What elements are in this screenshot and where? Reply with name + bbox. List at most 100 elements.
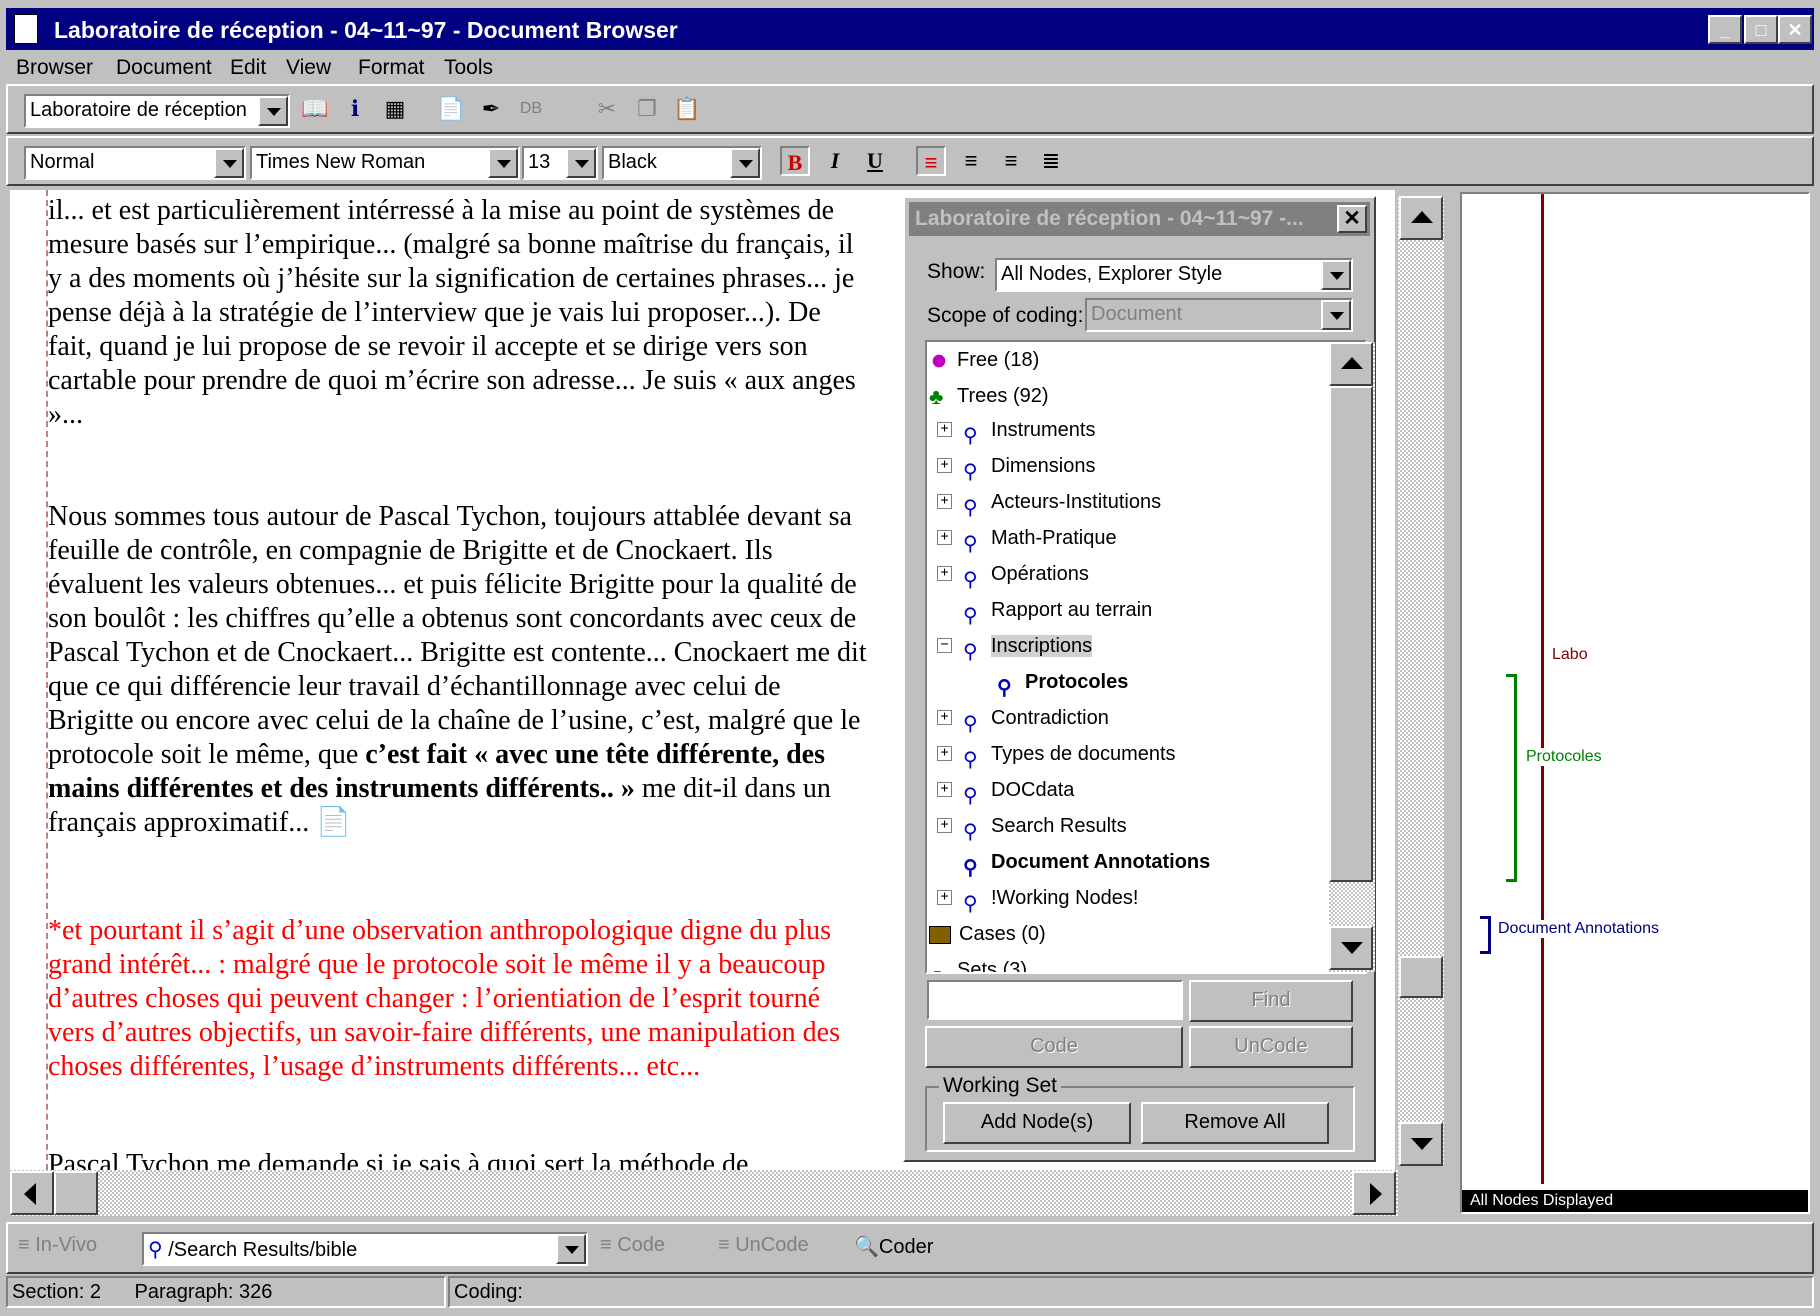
menu-format[interactable]: Format xyxy=(358,56,425,80)
tree-scroll-thumb[interactable] xyxy=(1329,386,1373,882)
remove-all-button[interactable]: Remove All xyxy=(1141,1102,1329,1144)
tree-item-dimensions[interactable]: ⚲ Dimensions xyxy=(963,450,1095,483)
find-input[interactable] xyxy=(927,980,1183,1020)
tree-vscrollbar[interactable] xyxy=(1329,342,1375,972)
node-path-select[interactable]: ⚲ /Search Results/bible xyxy=(142,1232,588,1266)
tree-item-operations[interactable]: ⚲ Opérations xyxy=(963,558,1089,591)
show-select[interactable]: All Nodes, Explorer Style xyxy=(995,258,1353,292)
close-button[interactable]: ✕ xyxy=(1778,15,1812,44)
paste-icon[interactable]: 📋 xyxy=(672,94,702,124)
scroll-down-button[interactable] xyxy=(1399,1122,1443,1166)
chevron-down-icon[interactable] xyxy=(730,148,760,178)
node-icon: ⚲ xyxy=(963,532,978,555)
tree-item-working-nodes[interactable]: ⚲ !Working Nodes! xyxy=(963,882,1138,915)
chevron-down-icon[interactable] xyxy=(258,96,288,126)
tree-item-free[interactable]: Free (18) xyxy=(929,344,1039,376)
align-center-icon[interactable]: ≡ xyxy=(956,146,986,176)
chevron-down-icon[interactable] xyxy=(488,148,518,178)
annotation-marker-icon[interactable]: 📄 xyxy=(316,807,351,838)
expand-icon[interactable]: + xyxy=(937,710,952,725)
align-left-icon[interactable]: ≡ xyxy=(916,146,946,176)
toolbar-format: Normal Times New Roman 13 Black B I U ≡ … xyxy=(6,136,1814,186)
coder-icon: 🔍 xyxy=(854,1236,879,1258)
databite-icon[interactable]: DB xyxy=(516,94,546,124)
briefcase-icon xyxy=(929,925,951,944)
document-select[interactable]: Laboratoire de réception xyxy=(24,94,290,128)
maximize-button[interactable]: □ xyxy=(1744,15,1778,44)
document-vscrollbar[interactable] xyxy=(1398,196,1444,1166)
tree-item-search-results[interactable]: ⚲ Search Results xyxy=(963,810,1127,843)
expand-icon[interactable]: + xyxy=(937,890,952,905)
coder-button[interactable]: 🔍Coder xyxy=(854,1234,933,1259)
menu-tools[interactable]: Tools xyxy=(444,56,493,80)
code-button[interactable]: Code xyxy=(925,1026,1183,1068)
node-icon: ⚲ xyxy=(963,748,978,771)
panel-close-button[interactable]: ✕ xyxy=(1337,205,1367,233)
align-justify-icon[interactable]: ≣ xyxy=(1036,146,1066,176)
expand-icon[interactable]: + xyxy=(937,782,952,797)
grid-icon[interactable]: ▦ xyxy=(380,94,410,124)
tree-item-trees[interactable]: ♣ Trees (92) xyxy=(929,380,1049,412)
copy-icon[interactable]: ❐ xyxy=(632,94,662,124)
font-size-select[interactable]: 13 xyxy=(522,146,598,180)
tree-item-types-de-documents[interactable]: ⚲ Types de documents xyxy=(963,738,1176,771)
menu-edit[interactable]: Edit xyxy=(230,56,266,80)
tree-item-protocoles[interactable]: ⚲ Protocoles xyxy=(997,666,1128,699)
tree-item-docdata[interactable]: ⚲ DOCdata xyxy=(963,774,1074,807)
scroll-thumb[interactable] xyxy=(1399,956,1443,998)
chevron-down-icon[interactable] xyxy=(214,148,244,178)
uncode-toolbar-button[interactable]: ≡ UnCode xyxy=(718,1234,809,1257)
chevron-down-icon[interactable] xyxy=(1321,260,1351,290)
sets-icon: ⚭ xyxy=(929,960,949,972)
tree-item-acteurs-institutions[interactable]: ⚲ Acteurs-Institutions xyxy=(963,486,1161,519)
scroll-right-button[interactable] xyxy=(1352,1171,1396,1215)
add-nodes-button[interactable]: Add Node(s) xyxy=(943,1102,1131,1144)
hscroll-thumb[interactable] xyxy=(54,1171,98,1215)
tree-item-inscriptions[interactable]: ⚲ Inscriptions xyxy=(963,630,1093,663)
find-button[interactable]: Find xyxy=(1189,980,1353,1022)
collapse-icon[interactable]: − xyxy=(937,638,952,653)
uncode-button[interactable]: UnCode xyxy=(1189,1026,1353,1068)
minimize-button[interactable]: _ xyxy=(1708,15,1742,44)
node-tree[interactable]: Free (18) ♣ Trees (92) + ⚲ Instruments + ⚲… xyxy=(927,342,1329,972)
annotation-icon[interactable]: 📄 xyxy=(436,94,466,124)
expand-icon[interactable]: + xyxy=(937,566,952,581)
document-hscrollbar[interactable] xyxy=(10,1170,1398,1216)
tree-item-contradiction[interactable]: ⚲ Contradiction xyxy=(963,702,1109,735)
expand-icon[interactable]: + xyxy=(937,458,952,473)
scroll-up-button[interactable] xyxy=(1399,196,1443,240)
expand-icon[interactable]: + xyxy=(937,494,952,509)
italic-button[interactable]: I xyxy=(820,146,850,176)
menu-browser[interactable]: Browser xyxy=(16,56,93,80)
font-select[interactable]: Times New Roman xyxy=(250,146,520,180)
menu-document[interactable]: Document xyxy=(116,56,212,80)
tree-scroll-up-button[interactable] xyxy=(1329,342,1373,386)
code-toolbar-button[interactable]: ≡ Code xyxy=(600,1234,665,1257)
tree-item-math-pratique[interactable]: ⚲ Math-Pratique xyxy=(963,522,1117,555)
scroll-left-button[interactable] xyxy=(10,1171,54,1215)
expand-icon[interactable]: + xyxy=(937,818,952,833)
tree-item-rapport-au-terrain[interactable]: ⚲ Rapport au terrain xyxy=(963,594,1152,627)
style-select[interactable]: Normal xyxy=(24,146,246,180)
cut-icon[interactable]: ✂ xyxy=(592,94,622,124)
menu-view[interactable]: View xyxy=(286,56,331,80)
expand-icon[interactable]: + xyxy=(937,530,952,545)
invivo-button[interactable]: ≡ In-Vivo xyxy=(18,1234,97,1257)
color-select[interactable]: Black xyxy=(602,146,762,180)
status-bar: Section: 2 Paragraph: 326 Coding: xyxy=(6,1276,1814,1308)
chevron-down-icon[interactable] xyxy=(556,1234,586,1264)
tree-item-cases[interactable]: Cases (0) xyxy=(929,918,1046,950)
book-icon[interactable]: 📖 xyxy=(300,94,330,124)
tree-item-document-annotations[interactable]: ⚲ Document Annotations xyxy=(963,846,1210,879)
info-icon[interactable]: ℹ xyxy=(340,94,370,124)
align-right-icon[interactable]: ≡ xyxy=(996,146,1026,176)
link-icon[interactable]: ✒ xyxy=(476,94,506,124)
tree-item-sets[interactable]: ⚭Sets (3) xyxy=(929,954,1027,972)
tree-scroll-down-button[interactable] xyxy=(1329,926,1373,970)
underline-button[interactable]: U xyxy=(860,146,890,176)
expand-icon[interactable]: + xyxy=(937,746,952,761)
expand-icon[interactable]: + xyxy=(937,422,952,437)
bold-button[interactable]: B xyxy=(780,146,810,176)
chevron-down-icon[interactable] xyxy=(566,148,596,178)
tree-item-instruments[interactable]: ⚲ Instruments xyxy=(963,414,1095,447)
